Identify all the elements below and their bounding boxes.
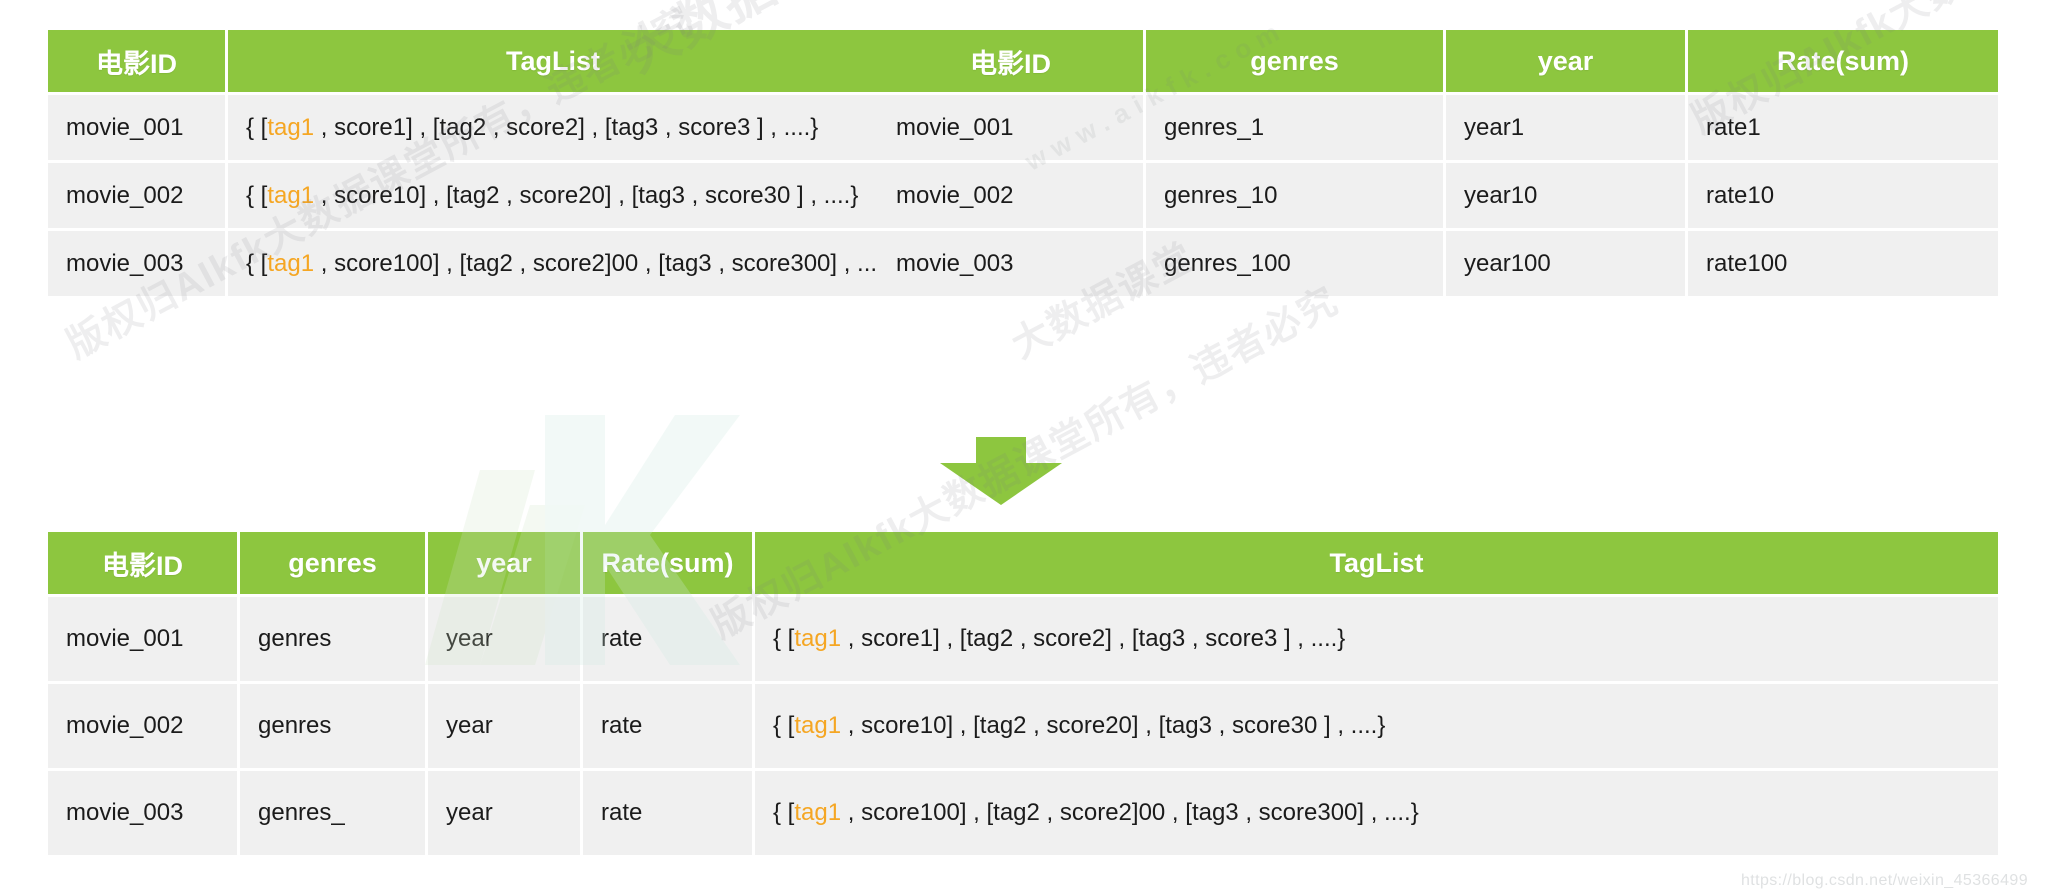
- cell-year: year1: [1446, 92, 1688, 160]
- table-row: movie_002 genres_10 year10 rate10: [878, 160, 1998, 228]
- column-header-movie-id: 电影ID: [48, 532, 240, 594]
- cell-genres: genres: [240, 681, 428, 768]
- column-header-year: year: [428, 532, 583, 594]
- taglist-rest: , score10] , [tag2 , score20] , [tag3 , …: [841, 712, 1386, 739]
- cell-genres: genres_: [240, 768, 428, 855]
- cell-movie-id: movie_001: [48, 594, 240, 681]
- taglist-prefix: { [: [246, 249, 268, 277]
- table-row: movie_002 genres year rate { [tag1 , sco…: [48, 681, 1998, 768]
- joined-result-table: 电影ID genres year Rate(sum) TagList movie…: [48, 532, 1998, 855]
- table-header-row: 电影ID TagList: [48, 30, 878, 92]
- taglist-prefix: { [: [773, 799, 795, 826]
- table-row: movie_001 genres_1 year1 rate1: [878, 92, 1998, 160]
- taglist-tag-highlight: tag1: [794, 712, 842, 739]
- taglist-rest: , score10] , [tag2 , score20] , [tag3 , …: [314, 181, 859, 209]
- cell-taglist: { [tag1 , score1] , [tag2 , score2] , [t…: [755, 594, 1998, 681]
- cell-year: year: [428, 768, 583, 855]
- cell-rate: rate10: [1688, 160, 1998, 228]
- cell-taglist: { [tag1 , score1] , [tag2 , score2] , [t…: [228, 92, 878, 160]
- cell-movie-id: movie_001: [878, 92, 1146, 160]
- taglist-tag-highlight: tag1: [267, 113, 315, 141]
- cell-year: year: [428, 681, 583, 768]
- taglist-prefix: { [: [773, 625, 795, 652]
- cell-movie-id: movie_003: [48, 228, 228, 296]
- table-row: movie_001 genres year rate { [tag1 , sco…: [48, 594, 1998, 681]
- cell-year: year: [428, 594, 583, 681]
- cell-rate: rate: [583, 594, 755, 681]
- table-row: movie_003 genres_100 year100 rate100: [878, 228, 1998, 296]
- column-header-taglist: TagList: [228, 30, 878, 92]
- column-header-genres: genres: [1146, 30, 1446, 92]
- cell-rate: rate1: [1688, 92, 1998, 160]
- taglist-prefix: { [: [246, 113, 268, 141]
- cell-movie-id: movie_003: [878, 228, 1146, 296]
- cell-taglist: { [tag1 , score10] , [tag2 , score20] , …: [228, 160, 878, 228]
- taglist-tag-highlight: tag1: [267, 249, 315, 277]
- cell-taglist: { [tag1 , score100] , [tag2 , score2]00 …: [228, 228, 878, 296]
- column-header-rate-sum: Rate(sum): [1688, 30, 1998, 92]
- cell-rate: rate100: [1688, 228, 1998, 296]
- cell-movie-id: movie_002: [48, 160, 228, 228]
- column-header-taglist: TagList: [755, 532, 1998, 594]
- cell-year: year100: [1446, 228, 1688, 296]
- cell-year: year10: [1446, 160, 1688, 228]
- column-header-movie-id: 电影ID: [48, 30, 228, 92]
- cell-taglist: { [tag1 , score100] , [tag2 , score2]00 …: [755, 768, 1998, 855]
- column-header-year: year: [1446, 30, 1688, 92]
- cell-genres: genres_1: [1146, 92, 1446, 160]
- table-row: movie_003 { [tag1 , score100] , [tag2 , …: [48, 228, 878, 296]
- down-arrow-icon: [940, 437, 1062, 505]
- taglist-rest: , score1] , [tag2 , score2] , [tag3 , sc…: [314, 113, 819, 141]
- csdn-watermark-url: https://blog.csdn.net/weixin_45366499: [1741, 872, 2028, 889]
- cell-movie-id: movie_001: [48, 92, 228, 160]
- cell-movie-id: movie_002: [878, 160, 1146, 228]
- cell-genres: genres_10: [1146, 160, 1446, 228]
- column-header-rate-sum: Rate(sum): [583, 532, 755, 594]
- cell-genres: genres_100: [1146, 228, 1446, 296]
- taglist-rest: , score100] , [tag2 , score2]00 , [tag3 …: [841, 799, 1419, 826]
- movie-tag-table: 电影ID TagList movie_001 { [tag1 , score1]…: [48, 30, 878, 296]
- column-header-movie-id: 电影ID: [878, 30, 1146, 92]
- taglist-tag-highlight: tag1: [794, 799, 842, 826]
- cell-rate: rate: [583, 768, 755, 855]
- taglist-prefix: { [: [773, 712, 795, 739]
- table-row: movie_002 { [tag1 , score10] , [tag2 , s…: [48, 160, 878, 228]
- taglist-rest: , score100] , [tag2 , score2]00 , [tag3 …: [314, 249, 878, 277]
- column-header-genres: genres: [240, 532, 428, 594]
- taglist-rest: , score1] , [tag2 , score2] , [tag3 , sc…: [841, 625, 1346, 652]
- cell-movie-id: movie_002: [48, 681, 240, 768]
- cell-genres: genres: [240, 594, 428, 681]
- taglist-tag-highlight: tag1: [794, 625, 842, 652]
- cell-taglist: { [tag1 , score10] , [tag2 , score20] , …: [755, 681, 1998, 768]
- table-row: movie_001 { [tag1 , score1] , [tag2 , sc…: [48, 92, 878, 160]
- cell-movie-id: movie_003: [48, 768, 240, 855]
- table-header-row: 电影ID genres year Rate(sum) TagList: [48, 532, 1998, 594]
- taglist-tag-highlight: tag1: [267, 181, 315, 209]
- taglist-prefix: { [: [246, 181, 268, 209]
- table-header-row: 电影ID genres year Rate(sum): [878, 30, 1998, 92]
- movie-attr-table: 电影ID genres year Rate(sum) movie_001 gen…: [878, 30, 1998, 296]
- cell-rate: rate: [583, 681, 755, 768]
- table-row: movie_003 genres_ year rate { [tag1 , sc…: [48, 768, 1998, 855]
